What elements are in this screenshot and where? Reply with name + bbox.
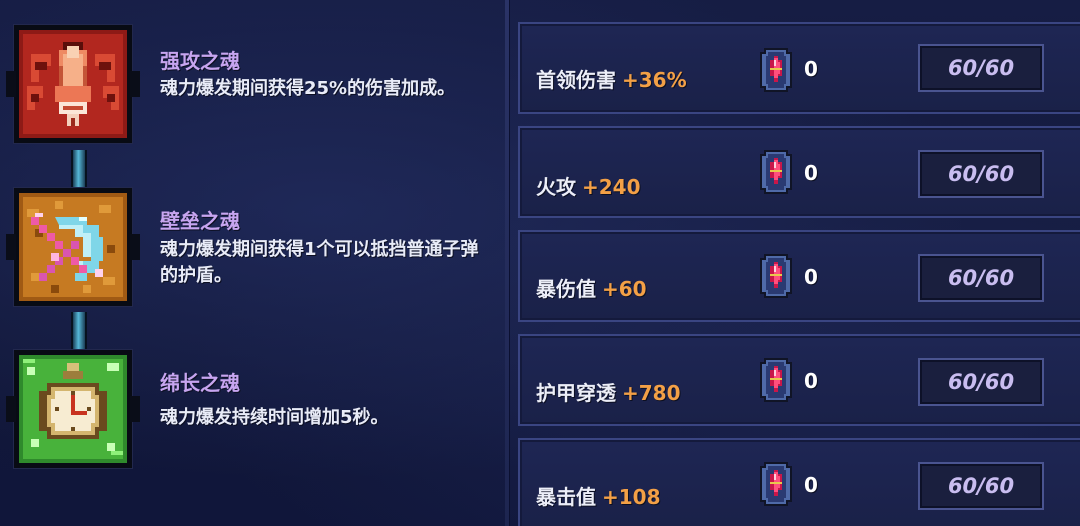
stat-row-boss-damage[interactable]: 首领伤害 +36% 0 60/60 <box>518 22 1080 114</box>
pocket-watch-icon[interactable] <box>6 350 140 468</box>
stat-label: 暴伤值 +60 <box>536 273 647 302</box>
stat-row-fire-attack[interactable]: 火攻 +240 0 60/60 <box>518 126 1080 218</box>
panel-divider <box>505 0 509 526</box>
soul-gem-icon <box>756 460 796 508</box>
stat-label: 护甲穿透 +780 <box>536 377 681 406</box>
soul-gem-icon <box>756 148 796 196</box>
soul-description: 魂力爆发持续时间增加5秒。 <box>160 407 389 428</box>
soul-list-panel: 强攻之魂 魂力爆发期间获得25%的伤害加成。 壁垒之魂 魂力爆发期间获得1个可以… <box>0 0 505 526</box>
level-button[interactable]: 60/60 <box>918 44 1044 92</box>
stat-name: 暴击值 <box>536 485 596 509</box>
soul-description: 魂力爆发期间获得25%的伤害加成。 <box>160 78 456 99</box>
stat-row-armor-penetration[interactable]: 护甲穿透 +780 0 60/60 <box>518 334 1080 426</box>
gem-count: 0 <box>804 369 818 393</box>
stat-name: 首领伤害 <box>536 68 616 92</box>
soul-gem-icon <box>756 46 796 94</box>
gem-count: 0 <box>804 161 818 185</box>
level-button[interactable]: 60/60 <box>918 150 1044 198</box>
stat-bonus: +108 <box>602 485 661 509</box>
shield-bow-icon[interactable] <box>6 188 140 306</box>
stat-row-crit-rate[interactable]: 暴击值 +108 0 60/60 <box>518 438 1080 526</box>
soul-gem-icon <box>756 356 796 404</box>
stat-label: 暴击值 +108 <box>536 481 661 510</box>
gem-count: 0 <box>804 473 818 497</box>
soul-description: 魂力爆发期间获得1个可以抵挡普通子弹的护盾。 <box>160 239 479 286</box>
stat-bonus: +780 <box>622 381 681 405</box>
soul-name: 强攻之魂 <box>160 49 240 73</box>
gem-count: 0 <box>804 57 818 81</box>
soul-entry-strong-attack[interactable]: 强攻之魂 魂力爆发期间获得25%的伤害加成。 <box>0 20 505 150</box>
stat-name: 火攻 <box>536 175 576 199</box>
level-button[interactable]: 60/60 <box>918 358 1044 406</box>
stat-bonus: +240 <box>582 175 641 199</box>
stat-bonus: +36% <box>622 68 687 92</box>
soul-name: 壁垒之魂 <box>160 209 240 233</box>
soul-upgrade-screen: 强攻之魂 魂力爆发期间获得25%的伤害加成。 壁垒之魂 魂力爆发期间获得1个可以… <box>0 0 1080 526</box>
gem-count: 0 <box>804 265 818 289</box>
stat-name: 护甲穿透 <box>536 381 616 405</box>
soul-gem-icon <box>756 252 796 300</box>
soul-entry-bulwark[interactable]: 壁垒之魂 魂力爆发期间获得1个可以抵挡普通子弹的护盾。 <box>0 183 505 313</box>
level-button[interactable]: 60/60 <box>918 462 1044 510</box>
level-button[interactable]: 60/60 <box>918 254 1044 302</box>
stat-bonus: +60 <box>602 277 647 301</box>
stat-row-crit-damage[interactable]: 暴伤值 +60 0 60/60 <box>518 230 1080 322</box>
soul-name: 绵长之魂 <box>160 371 240 395</box>
stat-label: 首领伤害 +36% <box>536 64 687 93</box>
red-fist-icon[interactable] <box>6 25 140 143</box>
soul-entry-enduring[interactable]: 绵长之魂 魂力爆发持续时间增加5秒。 <box>0 345 505 475</box>
stat-label: 火攻 +240 <box>536 171 641 200</box>
stat-name: 暴伤值 <box>536 277 596 301</box>
